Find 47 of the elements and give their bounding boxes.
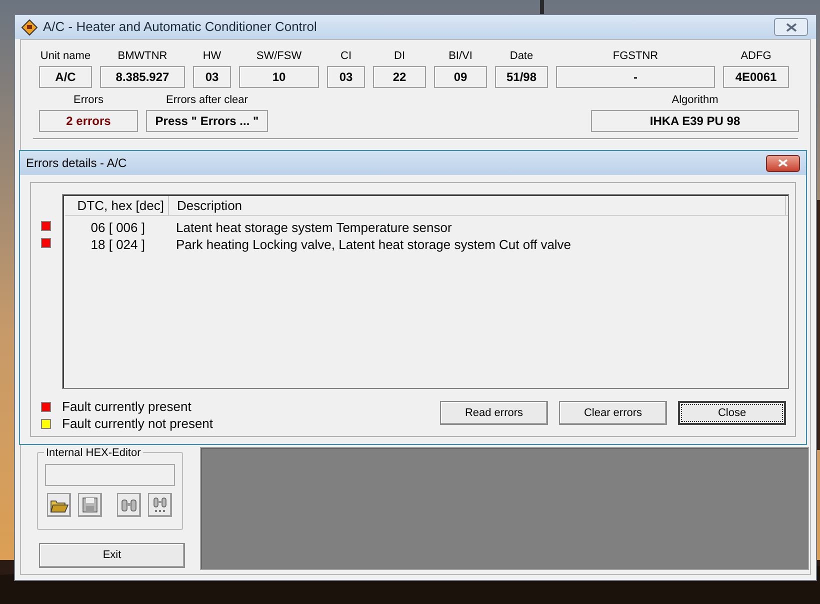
field-value: 03 bbox=[327, 66, 365, 88]
field-value: - bbox=[556, 66, 715, 88]
dialog-title: Errors details - A/C bbox=[26, 155, 127, 172]
table-cell-text: Park heating Locking valve, Latent heat storage system Cut off valve bbox=[175, 236, 572, 253]
field-label: Algorithm bbox=[672, 93, 718, 108]
field-value: 2 errors bbox=[39, 110, 138, 132]
table-cell-text: Latent heat storage system Temperature sensor bbox=[175, 219, 452, 236]
dialog-button[interactable]: Close bbox=[678, 401, 786, 425]
column-header[interactable]: Description bbox=[169, 196, 786, 215]
field-value: 03 bbox=[193, 66, 231, 88]
field-label: HW bbox=[202, 49, 222, 64]
legend-label: Fault currently not present bbox=[62, 415, 214, 434]
window-title: A/C - Heater and Automatic Conditioner Control bbox=[43, 18, 317, 36]
field-label: DI bbox=[394, 49, 405, 64]
warning-diamond-icon bbox=[21, 18, 38, 36]
exit-button[interactable]: Exit bbox=[39, 543, 185, 568]
field-value: 22 bbox=[373, 66, 426, 88]
field-label: Unit name bbox=[40, 49, 91, 64]
field-value: 09 bbox=[434, 66, 487, 88]
field-value: 8.385.927 bbox=[100, 66, 185, 88]
field-label: BI/VI bbox=[448, 49, 472, 64]
close-button[interactable] bbox=[774, 18, 808, 36]
field-label: BMWTNR bbox=[118, 49, 168, 64]
field-label: SW/FSW bbox=[256, 49, 302, 64]
field-label: ADFG bbox=[740, 49, 772, 64]
table-cell-text: 18 [ 024 ] bbox=[90, 236, 145, 253]
field-value: Press " Errors ... " bbox=[146, 110, 268, 132]
close-icon bbox=[778, 159, 788, 167]
table-cell-text: 06 [ 006 ] bbox=[90, 219, 145, 236]
field-value: IHKA E39 PU 98 bbox=[591, 110, 799, 132]
dialog-button[interactable]: Read errors bbox=[440, 401, 548, 425]
field-value: 51/98 bbox=[495, 66, 548, 88]
legend-label: Fault currently present bbox=[62, 398, 192, 416]
close-icon bbox=[786, 22, 796, 32]
dialog-button[interactable]: Clear errors bbox=[559, 401, 667, 425]
column-header[interactable]: DTC, hex [dec] bbox=[65, 196, 169, 215]
field-label: Date bbox=[510, 49, 534, 64]
field-value: 10 bbox=[239, 66, 319, 88]
field-value: A/C bbox=[39, 66, 92, 88]
field-label: Errors after clear bbox=[166, 93, 248, 108]
hex-input-field[interactable] bbox=[45, 464, 175, 486]
toolbar-button[interactable] bbox=[47, 493, 71, 517]
field-label: Errors bbox=[74, 93, 104, 108]
field-value: 4E0061 bbox=[723, 66, 789, 88]
field-label: CI bbox=[340, 49, 352, 64]
field-label: FGSTNR bbox=[612, 49, 658, 64]
close-button[interactable] bbox=[766, 154, 800, 172]
